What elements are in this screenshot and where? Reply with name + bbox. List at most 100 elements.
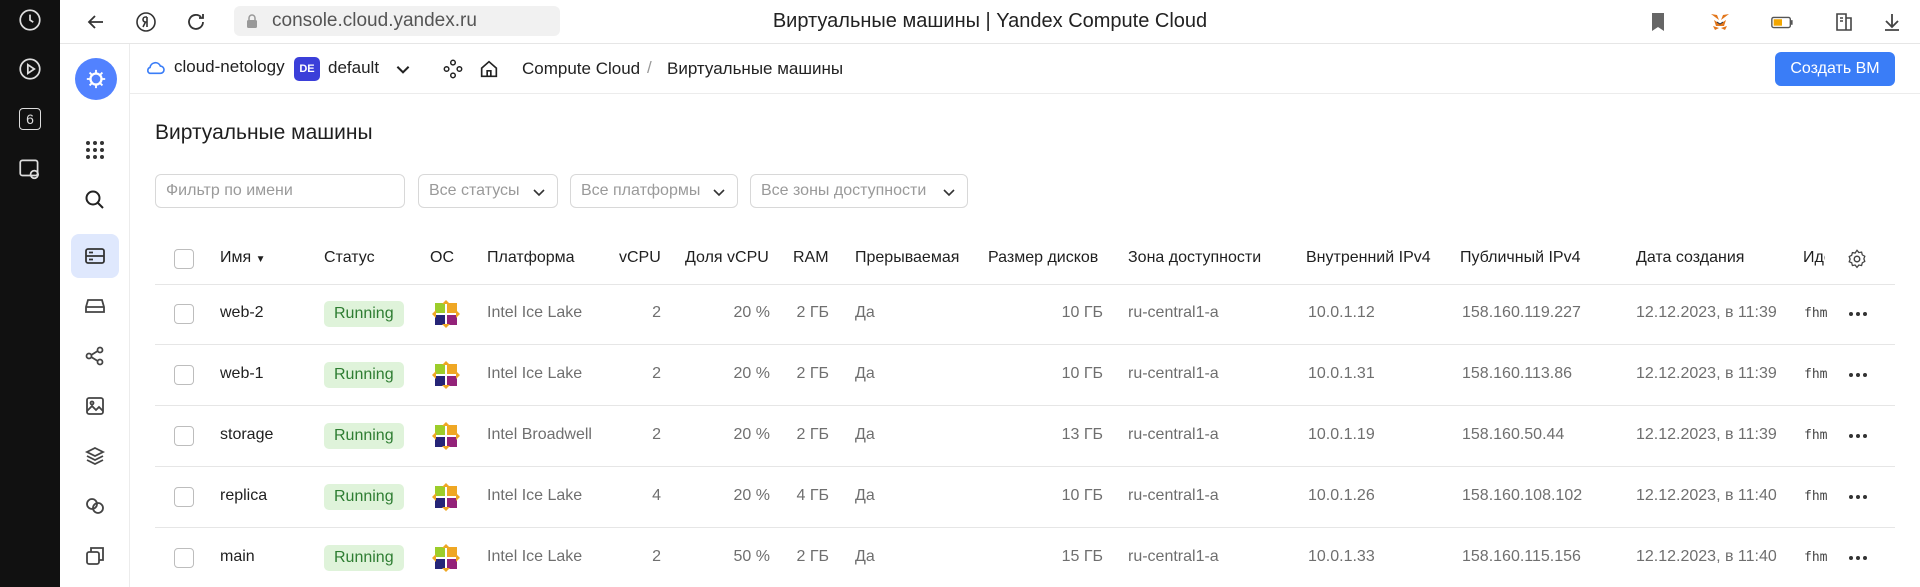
vm-name-link[interactable]: main: [220, 548, 255, 566]
instance-groups-icon[interactable]: [71, 484, 119, 528]
status-badge: Running: [324, 301, 404, 327]
row-checkbox[interactable]: [174, 426, 194, 446]
vm-name-link[interactable]: web-2: [220, 304, 264, 322]
os-sidebar: 6: [0, 0, 60, 587]
battery-icon[interactable]: [1766, 6, 1798, 38]
placement-groups-icon[interactable]: [71, 334, 119, 378]
more-actions-icon[interactable]: [1846, 424, 1870, 448]
row-divider: [155, 527, 1895, 528]
breadcrumb-compute-cloud[interactable]: Compute Cloud: [522, 59, 640, 79]
row-checkbox[interactable]: [174, 304, 194, 324]
status-badge: Running: [324, 362, 404, 388]
search-icon[interactable]: [71, 178, 119, 222]
more-actions-icon[interactable]: [1846, 363, 1870, 387]
cloud-icon: [147, 61, 165, 75]
chevron-down-icon[interactable]: [394, 60, 412, 78]
home-icon[interactable]: [478, 58, 500, 80]
public-ip-cell[interactable]: 158.160.115.156: [1462, 548, 1581, 566]
name-filter-input[interactable]: Фильтр по имени: [155, 174, 405, 208]
vm-id-cell[interactable]: fhm: [1804, 489, 1827, 504]
disks-icon[interactable]: [71, 284, 119, 328]
vm-id-cell[interactable]: fhm: [1804, 428, 1827, 443]
vcpu-share-cell: 20 %: [733, 304, 770, 321]
all-services-icon[interactable]: [71, 128, 119, 172]
bookmark-icon[interactable]: [1642, 6, 1674, 38]
vm-id-cell[interactable]: fhm: [1804, 550, 1827, 565]
screenshot-icon[interactable]: [14, 153, 46, 185]
cloud-selector[interactable]: cloud-netology: [144, 57, 285, 77]
disk-size-cell: 10 ГБ: [1061, 304, 1103, 321]
centos-logo-icon: [432, 422, 460, 450]
more-actions-icon[interactable]: [1846, 302, 1870, 326]
platform-cell: Intel Broadwell: [487, 426, 592, 443]
column-header-public-ip: Публичный IPv4: [1460, 249, 1581, 266]
public-ip-cell[interactable]: 158.160.50.44: [1462, 426, 1564, 444]
service-map-icon[interactable]: [442, 58, 464, 80]
column-header-zone: Зона доступности: [1128, 249, 1262, 266]
vcpu-share-cell: 50 %: [733, 548, 770, 565]
status-filter-select[interactable]: Все статусы: [418, 174, 558, 208]
vcpu-cell: 2: [652, 426, 661, 443]
table-settings-gear-icon[interactable]: [1846, 248, 1868, 270]
ram-cell: 2 ГБ: [796, 426, 829, 443]
vcpu-share-cell: 20 %: [733, 365, 770, 382]
public-ip-cell[interactable]: 158.160.113.86: [1462, 365, 1572, 383]
column-header-name[interactable]: Имя ▼: [220, 249, 266, 267]
yandex-icon[interactable]: [130, 6, 162, 38]
public-ip-cell[interactable]: 158.160.108.102: [1462, 487, 1582, 505]
tab-count-badge[interactable]: 6: [14, 103, 46, 135]
snapshots-icon[interactable]: [71, 434, 119, 478]
status-badge: Running: [324, 423, 404, 449]
more-actions-icon[interactable]: [1846, 485, 1870, 509]
images-icon[interactable]: [71, 384, 119, 428]
compute-service-logo-icon[interactable]: [75, 58, 117, 100]
row-divider: [155, 405, 1895, 406]
column-header-ram: RAM: [793, 249, 829, 266]
vm-name-link[interactable]: replica: [220, 487, 267, 505]
sort-descending-icon: ▼: [255, 254, 266, 265]
folder-badge: DE: [294, 57, 320, 81]
public-ip-cell[interactable]: 158.160.119.227: [1462, 304, 1581, 322]
breadcrumb-separator: /: [647, 58, 652, 77]
metamask-icon[interactable]: [1704, 6, 1736, 38]
column-header-vcpu: vCPU: [619, 249, 661, 266]
column-header-created: Дата создания: [1636, 249, 1745, 266]
more-actions-icon[interactable]: [1846, 546, 1870, 570]
platform-cell: Intel Ice Lake: [487, 304, 583, 321]
browser-toolbar: console.cloud.yandex.ru Виртуальные маши…: [60, 0, 1920, 44]
chevron-down-icon: [943, 189, 955, 197]
zone-cell: ru-central1-a: [1128, 304, 1219, 321]
created-date-cell: 12.12.2023, в 11:39: [1636, 365, 1777, 382]
column-header-vcpu-share: Доля vCPU: [685, 249, 769, 266]
row-checkbox[interactable]: [174, 365, 194, 385]
chevron-down-icon: [713, 189, 725, 197]
create-vm-button[interactable]: Создать ВМ: [1775, 52, 1895, 86]
play-icon[interactable]: [14, 53, 46, 85]
app-sidebar: [60, 44, 130, 587]
back-icon[interactable]: [80, 6, 112, 38]
zone-filter-select[interactable]: Все зоны доступности: [750, 174, 968, 208]
reload-icon[interactable]: [180, 6, 212, 38]
virtual-machines-icon[interactable]: [71, 234, 119, 278]
select-all-checkbox[interactable]: [174, 249, 194, 269]
gpu-clusters-icon[interactable]: [71, 534, 119, 578]
console-header: cloud-netology DE default Compute Cloud …: [130, 44, 1920, 94]
platform-filter-value: Все платформы: [581, 182, 701, 199]
vm-id-cell[interactable]: fhm: [1804, 367, 1827, 382]
row-divider: [155, 466, 1895, 467]
folder-selector[interactable]: default: [328, 58, 379, 78]
created-date-cell: 12.12.2023, в 11:39: [1636, 304, 1777, 321]
address-bar[interactable]: console.cloud.yandex.ru: [234, 6, 560, 36]
column-header-disk-size: Размер дисков: [988, 249, 1099, 266]
vm-id-cell[interactable]: fhm: [1804, 306, 1827, 321]
vm-name-link[interactable]: storage: [220, 426, 273, 444]
row-checkbox[interactable]: [174, 487, 194, 507]
row-checkbox[interactable]: [174, 548, 194, 568]
vm-name-link[interactable]: web-1: [220, 365, 264, 383]
platform-filter-select[interactable]: Все платформы: [570, 174, 738, 208]
download-icon[interactable]: [1876, 6, 1908, 38]
platform-cell: Intel Ice Lake: [487, 487, 583, 504]
zone-filter-value: Все зоны доступности: [761, 182, 927, 199]
extensions-icon[interactable]: [1828, 6, 1860, 38]
history-icon[interactable]: [14, 4, 46, 36]
